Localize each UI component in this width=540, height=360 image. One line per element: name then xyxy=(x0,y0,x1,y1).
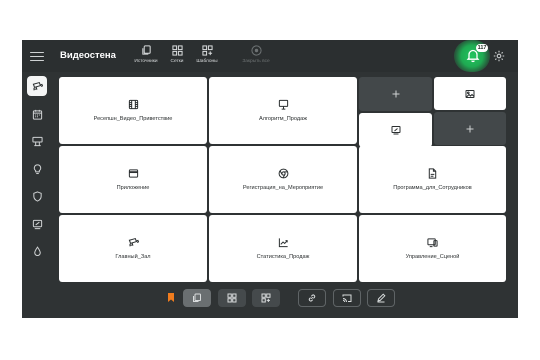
billboard-icon xyxy=(31,136,43,146)
bottom-templates-button[interactable] xyxy=(252,289,280,307)
bottom-edit-button[interactable] xyxy=(367,289,395,307)
bottom-toolbar xyxy=(22,283,518,318)
camera-icon xyxy=(32,81,43,90)
copy-icon xyxy=(193,293,201,302)
monitor-icon xyxy=(427,238,438,248)
close-circle-icon xyxy=(250,45,262,56)
video-wall-grid: Ресепшн_Видео_Приветствие Алгоритм_Прода… xyxy=(59,77,506,283)
presentation-source-slot[interactable] xyxy=(359,113,432,147)
cast-icon xyxy=(342,294,352,303)
app-title: Видеостена xyxy=(60,50,116,61)
bottom-grids-button[interactable] xyxy=(218,289,246,307)
image-source-slot[interactable] xyxy=(434,77,506,110)
bottom-sources-button[interactable] xyxy=(183,289,211,307)
notification-count-badge: 117 xyxy=(476,44,488,52)
sidebar-item-presentations[interactable] xyxy=(27,214,47,234)
chart-line-icon xyxy=(278,238,288,248)
sidebar-item-cameras[interactable] xyxy=(27,76,47,96)
template-grid-icon xyxy=(201,45,213,56)
bookmark-icon[interactable] xyxy=(168,293,174,302)
add-source-slot[interactable] xyxy=(434,112,506,145)
bottom-cast-button[interactable] xyxy=(333,289,361,307)
wall-cell-application[interactable]: Приложение xyxy=(59,146,207,213)
wall-cell-label: Приложение xyxy=(116,185,150,191)
film-icon xyxy=(128,99,138,110)
pdf-icon xyxy=(428,168,437,179)
sidebar-item-water[interactable] xyxy=(27,241,47,261)
wall-cell-reception[interactable]: Ресепшн_Видео_Приветствие xyxy=(59,77,207,144)
toolbar-templates-label: Шаблоны xyxy=(196,59,218,64)
camera-icon xyxy=(128,237,139,247)
lightbulb-icon xyxy=(33,163,41,174)
calendar-icon xyxy=(32,109,42,120)
wall-cell-label: Ресепшн_Видео_Приветствие xyxy=(93,116,173,122)
chrome-icon xyxy=(278,168,288,179)
wall-cell-label: Главный_Зал xyxy=(115,254,151,260)
wall-cell-label: Управление_Сценой xyxy=(405,254,460,260)
link-icon xyxy=(308,294,316,302)
sidebar-item-calendar[interactable] xyxy=(27,104,47,124)
add-grid-icon xyxy=(261,293,271,303)
sidebar xyxy=(22,72,52,318)
sidebar-item-security[interactable] xyxy=(27,186,47,206)
sidebar-item-billboard[interactable] xyxy=(27,131,47,151)
wall-cell-event-registration[interactable]: Регистрация_на_Мероприятие xyxy=(209,146,357,213)
presentation-icon xyxy=(391,126,400,135)
wall-cell-label: Статистика_Продаж xyxy=(256,254,310,260)
add-source-slot[interactable] xyxy=(359,77,432,111)
presentation-icon xyxy=(32,219,42,229)
bottom-link-button[interactable] xyxy=(298,289,326,307)
window-icon xyxy=(128,169,138,178)
video-wall-app: Видеостена Источники Сетки Шаблоны Закры… xyxy=(22,40,518,318)
wall-cell-main-hall[interactable]: Главный_Зал xyxy=(59,215,207,282)
wall-cell-sales-statistics[interactable]: Статистика_Продаж xyxy=(209,215,357,282)
wall-cell-sales-algorithm[interactable]: Алгоритм_Продаж xyxy=(209,77,357,144)
gear-icon[interactable] xyxy=(493,50,505,62)
plus-icon xyxy=(392,90,399,98)
top-bar: Видеостена Источники Сетки Шаблоны Закры… xyxy=(22,40,518,72)
toolbar-close-all-label: Закрыть все xyxy=(242,59,270,64)
toolbar-close-all-button[interactable]: Закрыть все xyxy=(238,45,274,69)
pen-icon xyxy=(377,293,386,303)
image-icon xyxy=(465,89,475,98)
menu-icon[interactable] xyxy=(30,49,44,63)
plus-icon xyxy=(466,125,474,132)
copy-icon xyxy=(141,45,151,55)
presentation-icon xyxy=(278,99,288,110)
wall-cell-label: Алгоритм_Продаж xyxy=(258,116,307,122)
wall-cell-label: Программа_для_Сотрудников xyxy=(393,185,472,191)
wall-cell-label: Регистрация_на_Мероприятие xyxy=(242,185,324,191)
sidebar-item-lighting[interactable] xyxy=(27,159,47,179)
shield-icon xyxy=(32,190,42,202)
grid-icon xyxy=(227,293,237,303)
grid-icon xyxy=(171,45,183,56)
toolbar-templates-button[interactable]: Шаблоны xyxy=(189,45,225,69)
drop-icon xyxy=(33,245,41,256)
wall-cell-stage-control[interactable]: Управление_Сценой xyxy=(359,215,506,282)
wall-cell-employee-program[interactable]: Программа_для_Сотрудников xyxy=(359,146,506,213)
